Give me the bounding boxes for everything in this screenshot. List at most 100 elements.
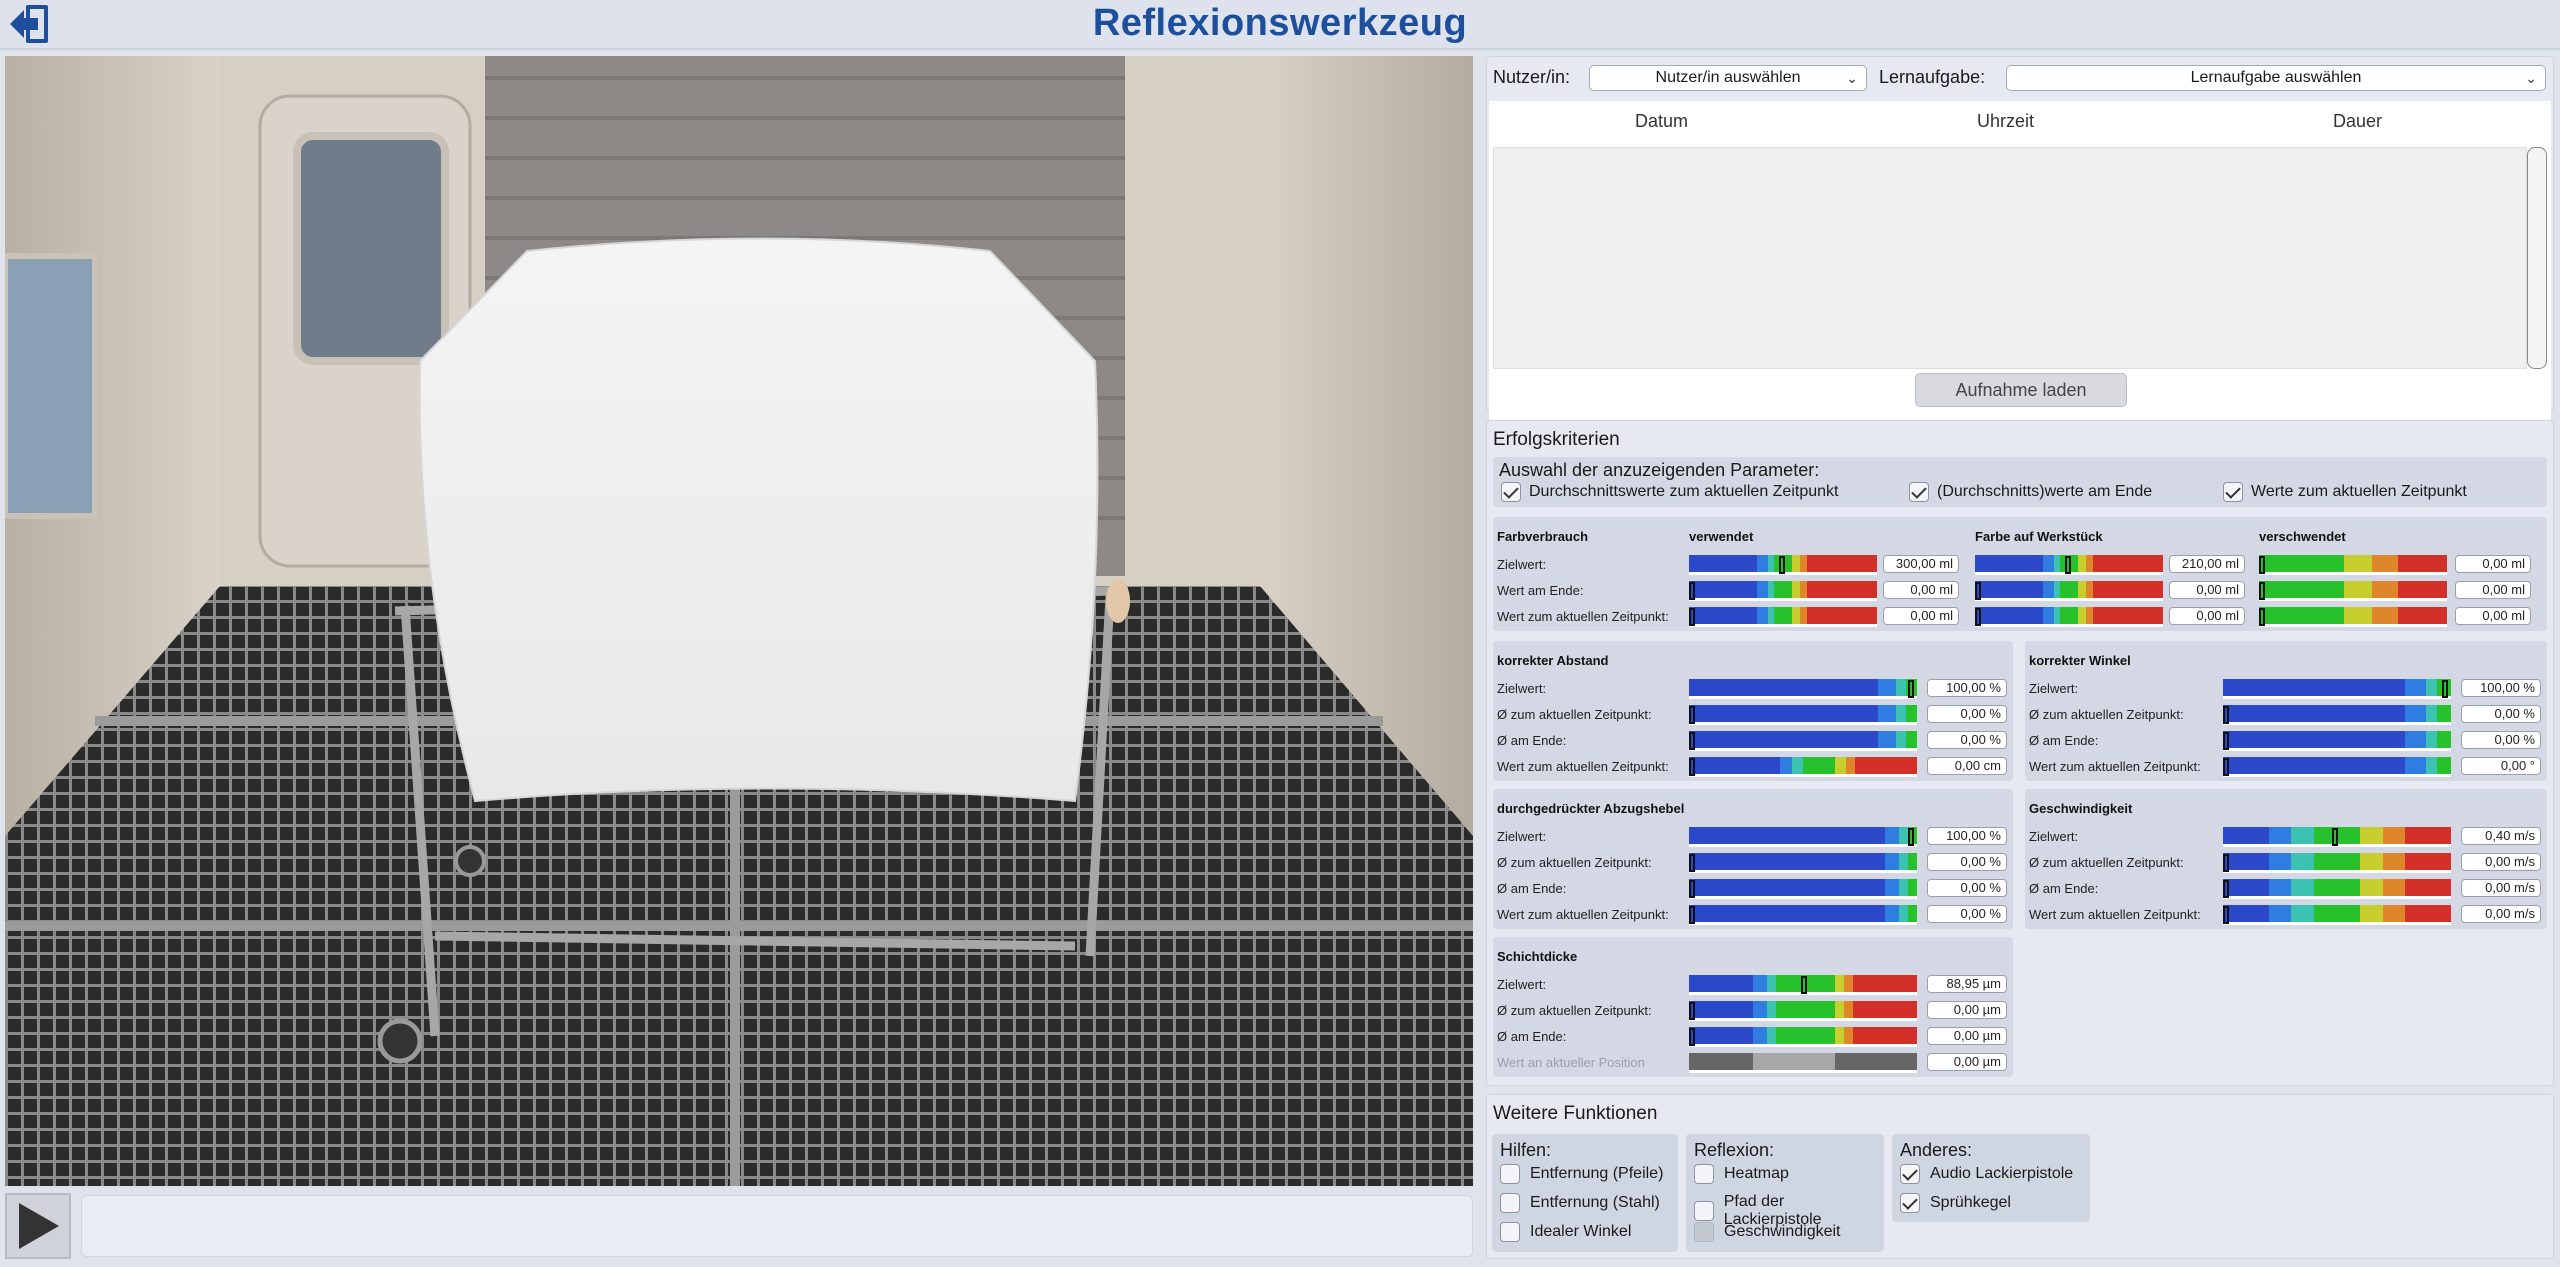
target-marker xyxy=(1689,608,1695,626)
trigger-section: durchgedrückter Abzugshebel Zielwert: Ø … xyxy=(1493,789,2013,929)
task-label: Lernaufgabe: xyxy=(1879,67,1986,87)
criteria-panel: Erfolgskriterien Auswahl der anzuzeigend… xyxy=(1486,420,2554,1086)
scrollbar[interactable] xyxy=(2527,147,2547,369)
target-marker xyxy=(1779,556,1786,574)
param-avg-end-label: (Durchschnitts)werte am Ende xyxy=(1937,483,2153,500)
criteria-title: Erfolgskriterien xyxy=(1493,429,1620,450)
target-marker xyxy=(2441,680,2448,698)
value-field: 0,00 ml xyxy=(2455,555,2531,573)
timeline[interactable] xyxy=(81,1195,1473,1257)
checkbox[interactable] xyxy=(1501,482,1521,502)
checkbox[interactable] xyxy=(1694,1164,1714,1184)
param-selection: Auswahl der anzuzeigenden Parameter: Dur… xyxy=(1493,457,2547,507)
option-ideal-angle[interactable]: Idealer Winkel xyxy=(1500,1222,1631,1242)
option-label: Heatmap xyxy=(1724,1165,1789,1182)
param-current[interactable]: Werte zum aktuellen Zeitpunkt xyxy=(2223,482,2467,502)
row-label: Zielwert: xyxy=(1497,977,1547,992)
option-distance-beam[interactable]: Entfernung (Stahl) xyxy=(1500,1193,1660,1213)
checkbox[interactable] xyxy=(1900,1193,1920,1213)
option-label: Audio Lackierpistole xyxy=(1930,1165,2074,1182)
value-field: 0,00 m/s xyxy=(2461,905,2541,923)
param-title: Auswahl der anzuzeigenden Parameter: xyxy=(1499,460,1820,480)
checkbox[interactable] xyxy=(1900,1164,1920,1184)
paint-used-header: verwendet xyxy=(1689,529,1754,544)
paint-on-part-header: Farbe auf Werkstück xyxy=(1975,529,2103,544)
target-marker xyxy=(2259,556,2265,574)
angle-section: korrekter Winkel Zielwert: Ø zum aktuell… xyxy=(2025,641,2547,781)
value-field: 0,00 % xyxy=(2461,731,2541,749)
chevron-down-icon: ⌄ xyxy=(1846,70,1858,86)
value-field: 0,00 ml xyxy=(1883,607,1959,625)
row-label: Wert zum aktuellen Zeitpunkt: xyxy=(1497,907,1669,922)
row-label: Ø am Ende: xyxy=(1497,733,1567,748)
recordings-list[interactable] xyxy=(1493,147,2527,369)
param-current-label: Werte zum aktuellen Zeitpunkt xyxy=(2251,483,2467,500)
checkbox[interactable] xyxy=(2223,482,2243,502)
target-marker xyxy=(2223,880,2229,898)
target-marker xyxy=(1689,758,1695,776)
gauge-bar xyxy=(1689,607,1877,627)
distance-title: korrekter Abstand xyxy=(1497,653,1609,668)
option-label: Geschwindigkeit xyxy=(1724,1223,1841,1240)
checkbox[interactable] xyxy=(1500,1193,1520,1213)
target-marker xyxy=(1689,1028,1695,1046)
row-label: Ø am Ende: xyxy=(2029,733,2099,748)
option-heatmap[interactable]: Heatmap xyxy=(1694,1164,1789,1184)
option-gun-audio[interactable]: Audio Lackierpistole xyxy=(1900,1164,2073,1184)
gauge-bar xyxy=(1689,853,1917,873)
gauge-bar xyxy=(2259,607,2447,627)
value-field: 0,00 ml xyxy=(1883,581,1959,599)
gauge-bar xyxy=(1689,905,1917,925)
checkbox[interactable] xyxy=(1500,1164,1520,1184)
value-field: 0,00 µm xyxy=(1927,1053,2007,1071)
target-marker xyxy=(2223,706,2229,724)
checkbox[interactable] xyxy=(1909,482,1929,502)
reflection-group: Reflexion: Heatmap Pfad der Lackierpisto… xyxy=(1686,1134,1884,1252)
option-spray-cone[interactable]: Sprühkegel xyxy=(1900,1193,2011,1213)
option-distance-arrows[interactable]: Entfernung (Pfeile) xyxy=(1500,1164,1663,1184)
reflection-title: Reflexion: xyxy=(1694,1140,1775,1160)
target-marker xyxy=(2223,854,2229,872)
target-marker xyxy=(2332,828,2339,846)
distance-section: korrekter Abstand Zielwert: Ø zum aktuel… xyxy=(1493,641,2013,781)
task-dropdown[interactable]: Lernaufgabe auswählen ⌄ xyxy=(2006,65,2546,91)
checkbox[interactable] xyxy=(1500,1222,1520,1242)
coating-thickness-title: Schichtdicke xyxy=(1497,949,1578,964)
row-label: Wert zum aktuellen Zeitpunkt: xyxy=(2029,907,2201,922)
task-dropdown-value: Lernaufgabe auswählen xyxy=(2190,69,2362,86)
gauge-bar xyxy=(2259,581,2447,601)
gauge-bar xyxy=(2223,853,2451,873)
chevron-down-icon: ⌄ xyxy=(2525,70,2537,86)
other-group: Anderes: Audio Lackierpistole Sprühkegel xyxy=(1892,1134,2090,1222)
gauge-bar xyxy=(1689,731,1917,751)
gauge-bar xyxy=(1975,607,2163,627)
row-label: Zielwert: xyxy=(1497,681,1547,696)
target-marker xyxy=(2223,732,2229,750)
row-label: Zielwert: xyxy=(1497,829,1547,844)
speed-title: Geschwindigkeit xyxy=(2029,801,2133,816)
speed-section: Geschwindigkeit Zielwert: Ø zum aktuelle… xyxy=(2025,789,2547,929)
value-field: 0,00 cm xyxy=(1927,757,2007,775)
user-dropdown[interactable]: Nutzer/in auswählen ⌄ xyxy=(1589,65,1867,91)
value-field: 88,95 µm xyxy=(1927,975,2007,993)
gauge-bar xyxy=(1975,555,2163,575)
gauge-bar xyxy=(2223,827,2451,847)
row-label: Ø am Ende: xyxy=(1497,881,1567,896)
load-recording-button[interactable]: Aufnahme laden xyxy=(1915,373,2127,407)
play-icon[interactable] xyxy=(5,1193,71,1259)
scene-viewport[interactable] xyxy=(5,56,1473,1186)
param-avg-end[interactable]: (Durchschnitts)werte am Ende xyxy=(1909,482,2152,502)
target-marker xyxy=(1907,680,1914,698)
value-field: 210,00 ml xyxy=(2169,555,2245,573)
row-label: Ø zum aktuellen Zeitpunkt: xyxy=(1497,855,1652,870)
row-label: Ø zum aktuellen Zeitpunkt: xyxy=(1497,1003,1652,1018)
gauge-bar xyxy=(2259,555,2447,575)
gauge-bar xyxy=(1689,1053,1917,1073)
option-speed: Geschwindigkeit xyxy=(1694,1222,1841,1242)
checkbox[interactable] xyxy=(1694,1201,1714,1221)
coating-thickness-section: Schichtdicke Zielwert: Ø zum aktuellen Z… xyxy=(1493,937,2013,1077)
param-avg-now[interactable]: Durchschnittswerte zum aktuellen Zeitpun… xyxy=(1501,482,1838,502)
target-marker xyxy=(1689,906,1695,924)
target-marker xyxy=(2223,906,2229,924)
gauge-bar xyxy=(1689,705,1917,725)
